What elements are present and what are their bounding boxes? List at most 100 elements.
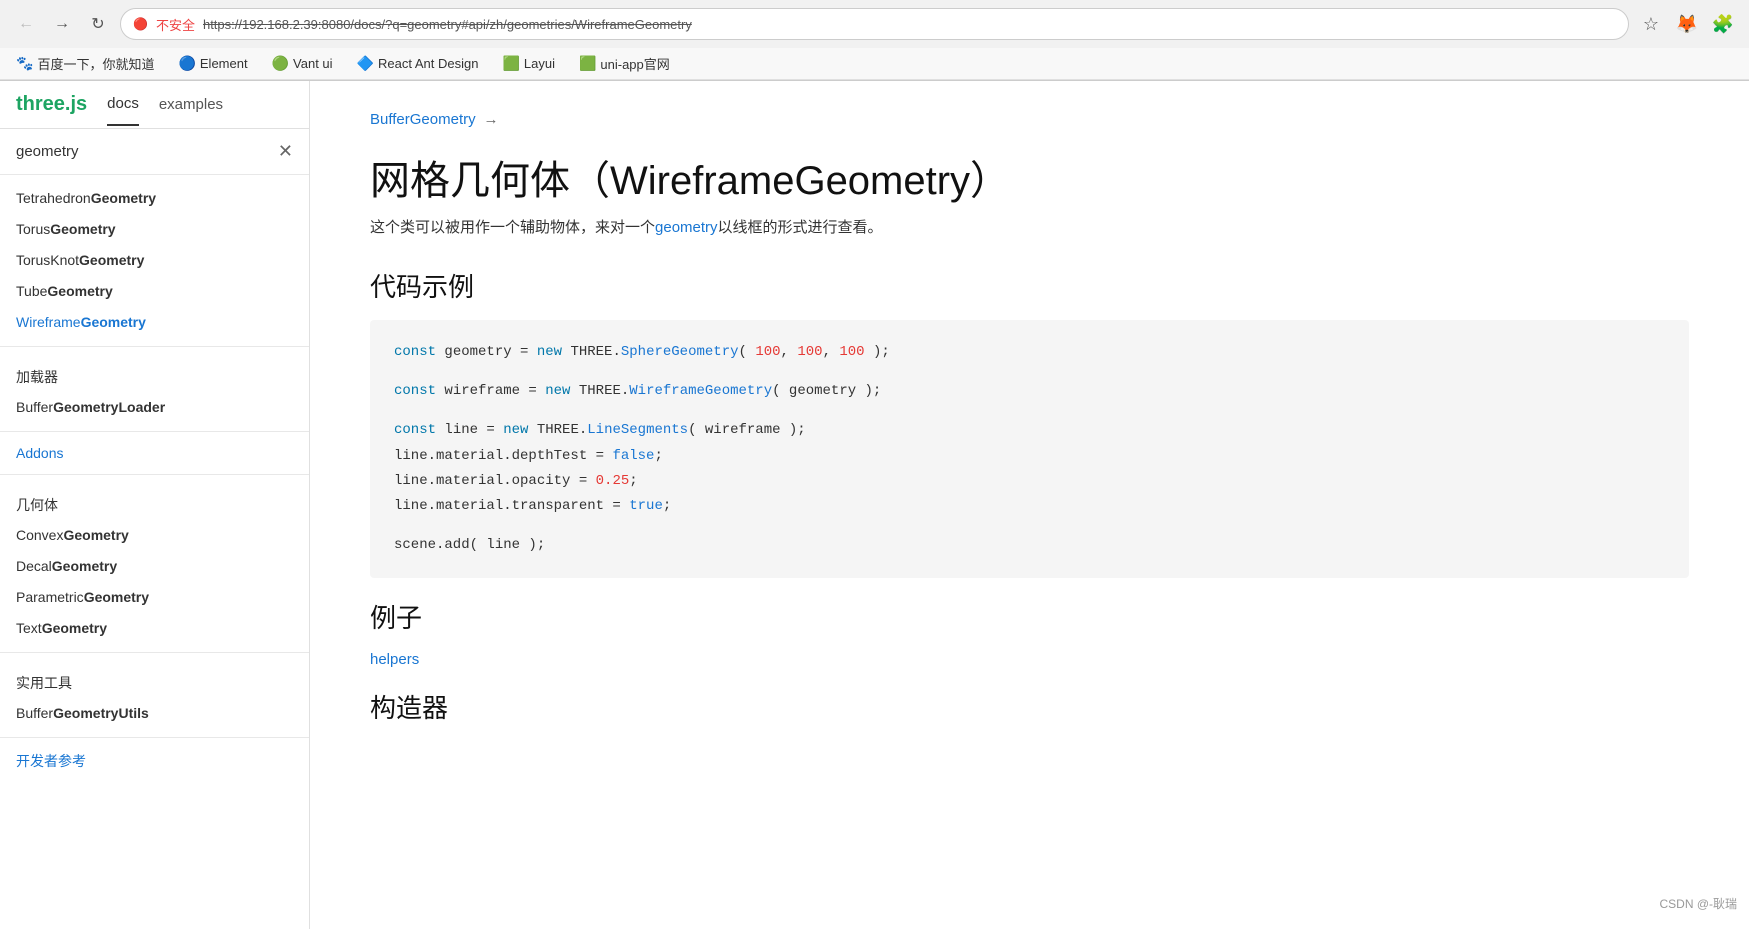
bookmark-layui[interactable]: 🟩 Layui [498, 53, 559, 74]
code-line-1: const geometry = new THREE.SphereGeometr… [394, 340, 1665, 365]
cp16: scene.add( line ); [394, 537, 545, 553]
cp1: THREE. [570, 344, 620, 360]
sidebar-section-utils: 实用工具 [0, 661, 309, 698]
sidebar-item-tube[interactable]: TubeGeometry [0, 276, 309, 307]
cv2: wireframe = [444, 383, 545, 399]
back-button[interactable]: ← [12, 10, 40, 38]
item-plain: Convex [16, 527, 63, 543]
bookmark-vant-label: Vant ui [293, 56, 333, 71]
bookmark-button[interactable]: ☆ [1637, 10, 1665, 38]
main-content: BufferGeometry → 网格几何体（WireframeGeometry… [310, 81, 1749, 929]
breadcrumb-link[interactable]: BufferGeometry [370, 111, 476, 128]
page-title: 网格几何体（WireframeGeometry） [370, 148, 1689, 206]
cp8: THREE. [537, 422, 587, 438]
cb1: false [612, 448, 654, 464]
baidu-icon: 🐾 [16, 55, 33, 72]
item-bold: Geometry [52, 558, 117, 574]
cp10: line.material.depthTest = [394, 448, 612, 464]
bookmark-react-ant[interactable]: 🔷 React Ant Design [353, 53, 483, 74]
bookmark-vant[interactable]: 🟢 Vant ui [268, 53, 337, 74]
subtitle-link[interactable]: geometry [655, 219, 718, 236]
profile-button[interactable]: 🦊 [1673, 10, 1701, 38]
kw4: new [545, 383, 579, 399]
sidebar-item-torus[interactable]: TorusGeometry [0, 214, 309, 245]
item-bold: Geometry [91, 190, 156, 206]
reload-button[interactable]: ↻ [84, 10, 112, 38]
bookmark-element-label: Element [200, 56, 248, 71]
item-plain: Text [16, 620, 42, 636]
sidebar-list-wrapper: TetrahedronGeometry TorusGeometry TorusK… [0, 175, 309, 929]
sidebar-divider-5 [0, 737, 309, 738]
sidebar-item-wireframe[interactable]: WireframeGeometry [0, 307, 309, 338]
kw6: new [503, 422, 537, 438]
cc3: LineSegments [587, 422, 688, 438]
sidebar-section-loaders: 加载器 [0, 355, 309, 392]
cp14: line.material.transparent = [394, 498, 629, 514]
sidebar-item-decal[interactable]: DecalGeometry [0, 551, 309, 582]
sidebar-search-bar: geometry ✕ [0, 129, 309, 175]
security-label: 不安全 [156, 15, 195, 34]
sidebar: three.js docs examples geometry ✕ Tetrah… [0, 81, 310, 929]
sidebar-section-geometry2: 几何体 [0, 483, 309, 520]
item-bold: Geometry [81, 314, 146, 330]
subtitle-before: 这个类可以被用作一个辅助物体，来对一个 [370, 219, 655, 236]
app-body: three.js docs examples geometry ✕ Tetrah… [0, 81, 1749, 929]
cb2: true [629, 498, 663, 514]
address-bar[interactable]: 🔴 不安全 https://192.168.2.39:8080/docs/?q=… [120, 8, 1629, 40]
react-ant-icon: 🔷 [357, 55, 374, 72]
cn4: 0.25 [596, 473, 630, 489]
sidebar-item-tetrahedron[interactable]: TetrahedronGeometry [0, 183, 309, 214]
sidebar-item-text[interactable]: TextGeometry [0, 613, 309, 644]
kw2: new [537, 344, 571, 360]
sidebar-section-dev[interactable]: 开发者参考 [0, 746, 309, 776]
sidebar-item-buffer-loader[interactable]: BufferGeometryLoader [0, 392, 309, 423]
cp9: ( wireframe ); [688, 422, 806, 438]
tab-docs[interactable]: docs [107, 95, 139, 126]
sidebar-divider-1 [0, 346, 309, 347]
section-constructor-title: 构造器 [370, 688, 1689, 725]
cv3: line = [444, 422, 503, 438]
code-line-2: const wireframe = new THREE.WireframeGeo… [394, 379, 1665, 404]
item-bold: Geometry [79, 252, 144, 268]
cp2: ( [739, 344, 756, 360]
bookmark-baidu[interactable]: 🐾 百度一下，你就知道 [12, 52, 158, 75]
page-subtitle: 这个类可以被用作一个辅助物体，来对一个geometry以线框的形式进行查看。 [370, 216, 1689, 237]
code-line-4: line.material.depthTest = false; [394, 444, 1665, 469]
code-line-3: const line = new THREE.LineSegments( wir… [394, 418, 1665, 443]
footer-credit: CSDN @-耿瑞 [1659, 895, 1737, 912]
sidebar-divider-3 [0, 474, 309, 475]
sidebar-close-button[interactable]: ✕ [278, 141, 293, 162]
cp5: ); [865, 344, 890, 360]
tab-examples[interactable]: examples [159, 96, 223, 125]
sidebar-item-convex[interactable]: ConvexGeometry [0, 520, 309, 551]
cn2: 100 [797, 344, 822, 360]
sidebar-item-buffer-utils[interactable]: BufferGeometryUtils [0, 698, 309, 729]
cp12: line.material.opacity = [394, 473, 596, 489]
kw3: const [394, 383, 444, 399]
sidebar-item-parametric[interactable]: ParametricGeometry [0, 582, 309, 613]
sidebar-list: TetrahedronGeometry TorusGeometry TorusK… [0, 175, 309, 784]
forward-button[interactable]: → [48, 10, 76, 38]
sidebar-divider-4 [0, 652, 309, 653]
cp11: ; [654, 448, 662, 464]
lock-icon: 🔴 [133, 17, 148, 31]
layui-icon: 🟩 [502, 55, 519, 72]
browser-chrome: ← → ↻ 🔴 不安全 https://192.168.2.39:8080/do… [0, 0, 1749, 81]
cc1: SphereGeometry [621, 344, 739, 360]
cp3: , [781, 344, 798, 360]
sidebar-section-addons[interactable]: Addons [0, 440, 309, 466]
examples-link[interactable]: helpers [370, 651, 1689, 668]
code-empty-3 [394, 519, 1665, 533]
url-text: https://192.168.2.39:8080/docs/?q=geomet… [203, 17, 1616, 32]
extension-button[interactable]: 🧩 [1709, 10, 1737, 38]
item-plain: TorusKnot [16, 252, 79, 268]
bookmark-react-ant-label: React Ant Design [378, 56, 478, 71]
code-line-5: line.material.opacity = 0.25; [394, 469, 1665, 494]
code-block: const geometry = new THREE.SphereGeometr… [370, 320, 1689, 578]
item-bold: Geometry [42, 620, 107, 636]
brand-logo[interactable]: three.js [16, 93, 87, 128]
bookmark-uniapp[interactable]: 🟩 uni-app官网 [575, 52, 674, 75]
item-plain: Torus [16, 221, 50, 237]
sidebar-item-torusknot[interactable]: TorusKnotGeometry [0, 245, 309, 276]
bookmark-element[interactable]: 🔵 Element [174, 53, 251, 74]
